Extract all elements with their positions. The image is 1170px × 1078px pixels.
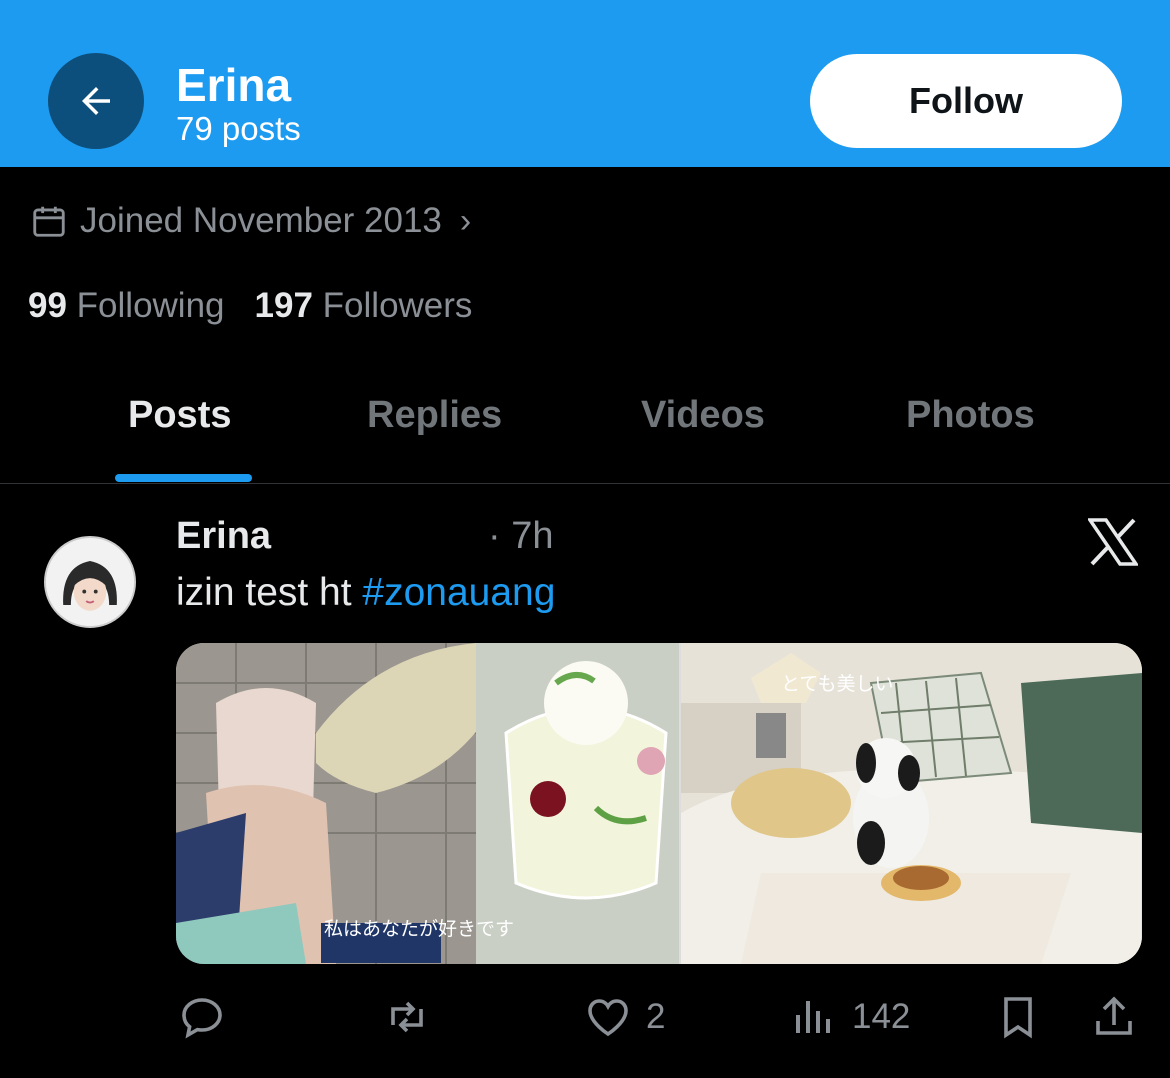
calendar-icon	[33, 206, 65, 237]
arrow-left-icon	[82, 87, 110, 115]
views-icon	[796, 1001, 830, 1033]
avatar-image	[46, 538, 134, 626]
share-icon	[1096, 996, 1132, 1035]
media-image-left[interactable]: 私はあなたが好きです	[176, 643, 679, 964]
hashtag-link[interactable]: #zonauang	[362, 571, 555, 614]
chevron-right-icon: ›	[459, 201, 472, 240]
following-label: Following	[76, 286, 225, 325]
repost-button[interactable]	[383, 993, 431, 1041]
back-button[interactable]	[48, 53, 144, 149]
media-image-right[interactable]: とても美しい	[681, 643, 1142, 964]
joined-label: Joined November 2013	[80, 201, 442, 240]
post-body: izin test ht	[176, 571, 363, 614]
reply-button[interactable]	[178, 993, 226, 1041]
share-button[interactable]	[1090, 993, 1138, 1041]
avatar[interactable]	[44, 536, 136, 628]
following-count: 99	[28, 286, 67, 325]
follow-button[interactable]: Follow	[810, 54, 1122, 148]
tab-photos[interactable]: Photos	[906, 394, 1035, 437]
x-logo-icon	[1088, 518, 1138, 566]
tab-replies[interactable]: Replies	[367, 394, 502, 437]
post-media[interactable]: 私はあなたが好きです とても美しい	[176, 643, 1142, 964]
joined-date[interactable]: Joined November 2013 ›	[30, 198, 471, 244]
tab-posts[interactable]: Posts	[128, 394, 231, 437]
post-actions: 2 142	[0, 985, 1170, 1045]
following-link[interactable]: 99 Following	[28, 286, 225, 326]
followers-label: Followers	[322, 286, 473, 325]
tab-videos[interactable]: Videos	[641, 394, 765, 437]
views-count: 142	[852, 997, 911, 1036]
bookmark-icon	[1004, 997, 1032, 1039]
followers-count: 197	[254, 286, 313, 325]
media-caption-right: とても美しい	[781, 673, 893, 695]
like-icon	[588, 999, 628, 1037]
repost-icon	[391, 1001, 423, 1033]
like-count: 2	[646, 997, 666, 1036]
active-tab-indicator	[115, 474, 252, 482]
followers-link[interactable]: 197 Followers	[255, 286, 473, 326]
header-posts-count: 79 posts	[176, 110, 301, 147]
post-author-name[interactable]: Erina	[176, 515, 271, 558]
profile-header: Erina 79 posts Follow	[0, 0, 1170, 167]
views-button[interactable]: 142	[790, 993, 910, 1041]
header-name: Erina	[176, 59, 292, 111]
follow-stats: 99 Following 197 Followers	[28, 286, 472, 326]
media-caption-left: 私はあなたが好きです	[324, 918, 514, 940]
post-timestamp[interactable]: · 7h	[488, 515, 553, 558]
like-button[interactable]: 2	[584, 993, 665, 1041]
post-text: izin test ht #zonauang	[176, 571, 555, 615]
reply-icon	[182, 998, 222, 1039]
bookmark-button[interactable]	[994, 993, 1042, 1041]
profile-tabs: Posts Replies Videos Photos	[0, 370, 1170, 484]
